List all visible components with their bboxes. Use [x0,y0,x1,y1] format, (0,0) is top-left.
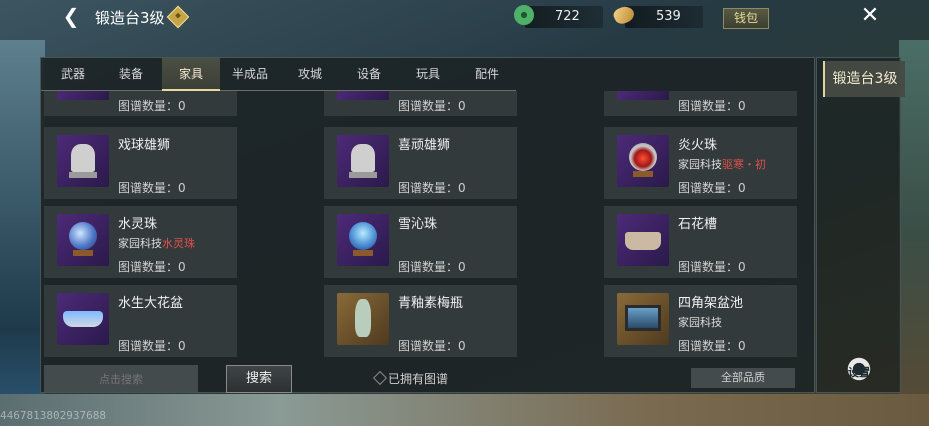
search-input[interactable] [44,365,198,393]
list-item[interactable]: 四角架盆池 家园科技 图谱数量：0 [604,285,797,357]
item-name: 石花槽 [678,217,718,232]
tab-accessories[interactable]: 配件 [458,58,516,90]
lion-statue-icon [337,135,389,187]
tab-siege[interactable]: 攻城 [281,58,339,90]
owned-recipes-label: 已拥有图谱 [388,372,449,386]
background-scene-right [899,40,929,426]
recipe-grid: 图谱数量：0 图谱数量：0 图谱数量：0 戏球雄狮 图谱数量：0 喜顽雄狮 图谱… [41,91,816,359]
tab-semi-finished[interactable]: 半成品 [221,58,279,90]
list-item[interactable]: 水灵珠 家园科技水灵珠 图谱数量：0 [44,206,237,278]
item-name: 四角架盆池 [678,296,744,311]
recipe-count: 图谱数量：0 [678,181,746,195]
list-item[interactable]: 戏球雄狮 图谱数量：0 [44,127,237,199]
jade-currency-value: 722 [555,9,580,24]
list-item[interactable]: 雪沁珠 图谱数量：0 [324,206,517,278]
tab-toys[interactable]: 玩具 [399,58,457,90]
owned-recipes-toggle[interactable]: 已拥有图谱 [372,370,449,387]
search-button[interactable]: 搜索 [226,365,292,393]
list-item[interactable]: 水生大花盆 图谱数量：0 [44,285,237,357]
side-panel [816,57,901,393]
basin-icon [617,293,669,345]
tech-requirement: 家园科技驱寒・初 [678,158,766,171]
tab-devices[interactable]: 设备 [340,58,398,90]
item-thumbnail [337,91,389,100]
item-name: 雪沁珠 [398,217,438,232]
stone-trough-icon [617,214,669,266]
page-title: 锻造台3级 [95,9,165,27]
list-item[interactable]: 图谱数量：0 [44,91,237,116]
fire-orb-icon [617,135,669,187]
item-thumbnail [617,91,669,100]
item-name: 水生大花盆 [118,296,184,311]
recipe-count: 图谱数量：0 [118,339,186,353]
level-diamond-icon[interactable] [166,5,190,29]
list-item[interactable]: 喜顽雄狮 图谱数量：0 [324,127,517,199]
item-name: 戏球雄狮 [118,138,171,153]
recipe-count: 图谱数量：0 [398,339,466,353]
flower-pot-icon [57,293,109,345]
tab-weapons[interactable]: 武器 [44,58,102,90]
recipe-count: 图谱数量：0 [398,260,466,274]
background-scene-left [0,40,45,426]
item-name: 喜顽雄狮 [398,138,451,153]
list-item[interactable]: 图谱数量：0 [604,91,797,116]
recipe-count: 图谱数量：0 [118,99,186,113]
item-thumbnail [57,91,109,100]
wallet-button[interactable]: 钱包 [723,8,769,29]
item-name: 青釉素梅瓶 [398,296,464,311]
tech-requirement: 家园科技水灵珠 [118,237,195,250]
background-scene-bottom [0,394,929,426]
recipe-count: 图谱数量：0 [118,260,186,274]
item-name: 水灵珠 [118,217,158,232]
recipe-count: 图谱数量：0 [678,260,746,274]
coin-currency-value: 539 [656,9,681,24]
checkbox-diamond-icon[interactable] [372,370,388,386]
list-item[interactable]: 石花槽 图谱数量：0 [604,206,797,278]
tab-furniture[interactable]: 家具 [162,58,220,91]
tab-equipment[interactable]: 装备 [102,58,160,90]
list-item[interactable]: 青釉素梅瓶 图谱数量：0 [324,285,517,357]
category-tabs: 武器 装备 家具 半成品 攻城 设备 玩具 配件 [41,58,516,91]
recipe-count: 图谱数量：0 [398,99,466,113]
recipe-panel: 武器 装备 家具 半成品 攻城 设备 玩具 配件 图谱数量：0 图谱数量：0 图… [40,57,815,393]
item-name: 炎火珠 [678,138,718,153]
list-item[interactable]: 图谱数量：0 [324,91,517,116]
back-arrow-icon[interactable]: ❮ [60,4,82,28]
snow-orb-icon [337,214,389,266]
close-icon[interactable]: ✕ [857,3,883,29]
watermark-id: 4467813802937688 [0,409,106,422]
jade-currency-icon [514,5,534,25]
recipe-count: 图谱数量：0 [118,181,186,195]
list-item[interactable]: 炎火珠 家园科技驱寒・初 图谱数量：0 [604,127,797,199]
recipe-count: 图谱数量：0 [398,181,466,195]
recipe-count: 图谱数量：0 [678,339,746,353]
top-bar: ❮ 锻造台3级 722 539 钱包 ✕ [0,0,929,34]
tech-requirement: 家园科技 [678,316,722,329]
recipe-count: 图谱数量：0 [678,99,746,113]
lion-statue-icon [57,135,109,187]
side-tab-forge-level[interactable]: 锻造台3级 [823,61,905,97]
vase-icon [337,293,389,345]
quality-filter-dropdown[interactable]: 全部品质 [691,368,795,388]
gear-label: 设置 [848,366,870,379]
water-orb-icon [57,214,109,266]
